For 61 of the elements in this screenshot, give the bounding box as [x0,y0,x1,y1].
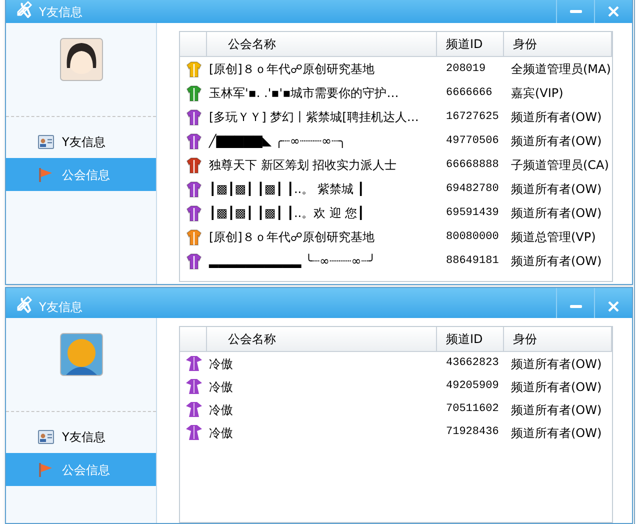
table-cell-text: 频道所有者(OW) [510,109,603,126]
table-cell-text: 频道所有者(OW) [510,181,603,198]
table-cell-text: 6666666 [445,86,494,101]
minimize-icon[interactable] [570,305,582,309]
table-cell-text: 16727625 [445,110,500,125]
table-cell-text: 49205909 [445,379,500,394]
table-cell-text: 嘉宾(VIP) [510,85,564,102]
table-cell-text: 冷傲 [208,424,234,442]
table-cell-text: 69591439 [445,206,500,221]
table-cell-text: [原创]８ｏ年代☍原创研究基地 [208,229,376,246]
close-icon[interactable] [608,6,619,17]
tools-icon [15,295,33,313]
table-cell-text: 频道所有者(OW) [510,205,603,222]
table-cell-text: 69482780 [445,182,500,197]
table-cell-text: 玉林军'▪. .'▪'▪城市需要你的守护… [208,85,400,102]
table-cell-text: 88649181 [445,254,500,269]
table-cell-text: [多玩ＹＹ] 梦幻丨紫禁城[聘挂机达人… [208,109,420,126]
nav-item[interactable]: Y友信息 [6,420,156,453]
table-cell-text: 频道总管理(VP) [510,229,597,246]
table-cell-text: 80080000 [445,230,500,245]
table-cell-text: 43662823 [445,356,500,372]
flag-icon [38,462,54,478]
table-cell-text: 频道所有者(OW) [510,253,603,270]
table-cell-text: 冷傲 [208,356,234,372]
flag-icon [38,166,54,182]
table-cell-text: 49770506 [445,134,500,149]
table-cell-text: 冷傲 [208,402,234,418]
column-header[interactable]: 身份 [504,32,612,56]
id-card-icon [38,134,54,148]
table-cell-text: 208019 [445,62,487,77]
table-cell-text: 冷傲 [208,378,234,396]
table-cell-text: 频道所有者(OW) [510,378,603,396]
table-cell-text: ▂▂▂▂▂▂▂▂▂▂ ╰┈∞┈┈┈∞┈╯ [208,252,377,270]
nav-item[interactable]: Y友信息 [6,125,156,158]
id-card-icon [38,430,54,444]
column-header[interactable]: 公会名称 [207,32,437,56]
table-cell-text: 独尊天下 新区筹划 招收实力派人士 [208,157,398,174]
column-header[interactable]: 身份 [504,327,612,351]
window-title: Y友信息 [39,6,82,18]
table-cell-text: 频道所有者(OW) [510,356,603,372]
table-cell-text: ┃▩┃▩┃ ┃▩┃ ┃..。欢 迎 您┃ [208,204,366,222]
table-cell-text: ┃▩┃▩┃ ┃▩┃ ┃..。 紫禁城 ┃ [208,180,366,198]
minimize-icon[interactable] [570,10,582,14]
avatar [60,333,102,376]
table-cell-text: [原创]８ｏ年代☍原创研究基地 [208,61,376,78]
table-cell-text: 频道所有者(OW) [510,424,603,442]
column-header[interactable]: 频道ID [437,327,504,351]
table-cell-text: 71928436 [445,425,500,440]
close-icon[interactable] [608,301,619,312]
column-header[interactable]: 频道ID [437,32,504,56]
column-header[interactable]: 公会名称 [207,327,437,351]
table-cell-text: 70511602 [445,402,500,418]
table-cell-text: 子频道管理员(CA) [510,157,610,174]
table-cell-text: 频道所有者(OW) [510,402,603,418]
table-cell-text: ╱▇▇▇▇▇◣ ╭┈∞┈┈┈∞┈╮ [208,132,347,150]
window-title: Y友信息 [39,301,82,313]
tools-icon [15,0,33,18]
table-cell-text: 全频道管理员(MA) [510,61,612,78]
table-cell-text: 频道所有者(OW) [510,133,603,150]
table-cell-text: 66668888 [445,158,500,173]
avatar [60,38,102,81]
